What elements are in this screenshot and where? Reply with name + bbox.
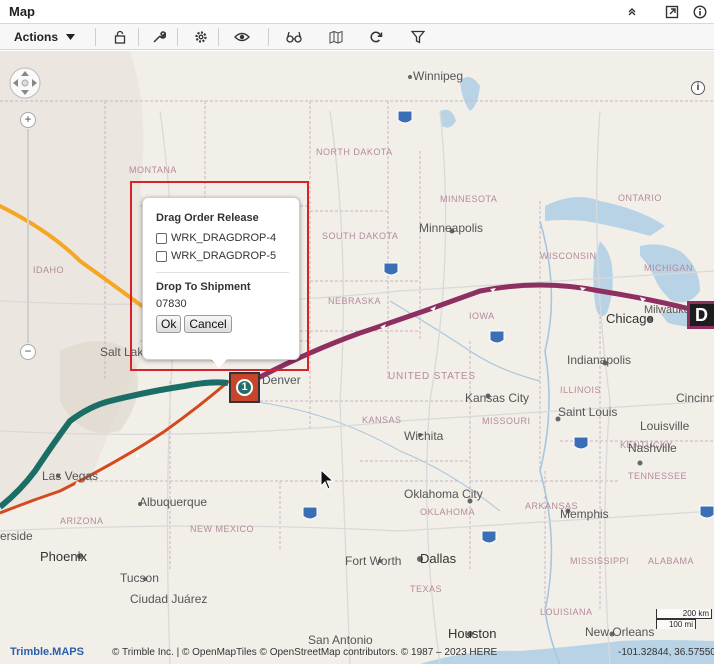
state-label: ARIZONA	[60, 516, 104, 526]
toolbar-divider	[95, 28, 96, 46]
collapse-icon[interactable]	[622, 2, 642, 22]
cursor-coordinates: -101.32844, 36.57550	[618, 647, 714, 658]
scale-bar: 200 km 100 mi	[656, 609, 712, 631]
toolbar-divider	[218, 28, 219, 46]
trimble-maps-logo[interactable]: Trimble.MAPS	[10, 646, 84, 658]
zoom-in-button[interactable]: +	[20, 112, 36, 128]
annotation-highlight-box	[130, 181, 309, 371]
city-label: Houston	[448, 626, 497, 641]
state-label: MONTANA	[129, 165, 177, 175]
mouse-cursor-icon	[320, 469, 335, 490]
city-label: Kansas City	[465, 391, 530, 405]
filter-icon[interactable]	[407, 27, 429, 47]
city-label: Indianapolis	[567, 353, 632, 367]
stop-marker-label: 1	[236, 379, 253, 396]
toolbar-divider	[177, 28, 178, 46]
help-icon[interactable]	[690, 2, 710, 22]
map-icon[interactable]	[325, 27, 347, 47]
city-label: Fort Worth	[345, 554, 402, 568]
state-label: TENNESSEE	[628, 471, 688, 481]
state-label: ONTARIO	[618, 193, 662, 203]
caret-down-icon	[66, 34, 76, 40]
city-label: Oklahoma City	[404, 487, 483, 501]
city-label: Ciudad Juárez	[130, 592, 208, 606]
state-label: NORTH DAKOTA	[316, 147, 393, 157]
scale-km: 200 km	[656, 609, 712, 619]
country-label: UNITED STATES	[388, 371, 476, 382]
map-toolbar: Actions	[0, 24, 714, 50]
lock-icon[interactable]	[109, 27, 131, 47]
state-label: MISSOURI	[482, 416, 531, 426]
city-label: New Orleans	[585, 625, 655, 639]
city-label: Denver	[262, 373, 301, 387]
state-label: IDAHO	[33, 265, 65, 275]
popout-icon[interactable]	[662, 2, 682, 22]
city-label: Tucson	[120, 571, 159, 585]
city-label: Dallas	[420, 551, 457, 566]
state-label: OKLAHOMA	[420, 507, 476, 517]
scale-mi: 100 mi	[656, 619, 696, 629]
city-label: San Antonio	[308, 633, 373, 647]
city-label: Wichita	[404, 429, 444, 443]
state-label: NEBRASKA	[328, 296, 382, 306]
state-label: LOUISIANA	[540, 607, 593, 617]
zoom-out-button[interactable]: −	[20, 344, 36, 360]
actions-label: Actions	[14, 30, 59, 44]
city-label: Las Vegas	[42, 469, 99, 483]
destination-marker[interactable]: D	[687, 301, 714, 329]
city-label: erside	[0, 529, 33, 543]
eye-icon[interactable]	[231, 27, 253, 47]
state-label: MICHIGAN	[644, 263, 693, 273]
city-label: Cincinnati	[676, 391, 714, 405]
gear-icon[interactable]	[190, 27, 212, 47]
city-label: Phoenix	[40, 549, 87, 564]
state-label: MINNESOTA	[440, 194, 498, 204]
city-label: Minneapolis	[419, 221, 484, 235]
binoculars-icon[interactable]	[283, 27, 305, 47]
window-titlebar: Map	[0, 0, 714, 24]
stop-marker[interactable]: 1	[229, 372, 260, 403]
state-label: NEW MEXICO	[190, 524, 255, 534]
info-icon[interactable]: i	[691, 81, 705, 95]
city-label: Albuquerque	[139, 495, 208, 509]
city-label: Winnipeg	[413, 69, 464, 83]
state-label: WISCONSIN	[540, 251, 597, 261]
actions-menu-button[interactable]: Actions	[8, 26, 81, 48]
map-canvas[interactable]: Winnipeg MONTANA NORTH DAKOTA SOUTH DAKO…	[0, 51, 714, 664]
map-attribution[interactable]: © Trimble Inc. | © OpenMapTiles © OpenSt…	[112, 647, 497, 658]
city-label: Louisville	[640, 419, 690, 433]
refresh-icon[interactable]	[365, 27, 387, 47]
city-label: Chicago	[606, 311, 654, 326]
state-label: ILLINOIS	[560, 385, 602, 395]
toolbar-divider	[138, 28, 139, 46]
city-label: Saint Louis	[558, 405, 618, 419]
state-label: SOUTH DAKOTA	[322, 231, 399, 241]
pan-control[interactable]	[8, 66, 42, 116]
zoom-slider-track[interactable]	[27, 129, 29, 343]
state-label: KANSAS	[362, 415, 402, 425]
state-label: TEXAS	[410, 584, 443, 594]
window-title: Map	[9, 4, 35, 19]
city-label: Memphis	[560, 507, 609, 521]
state-label: IOWA	[469, 311, 495, 321]
state-label: ALABAMA	[648, 556, 695, 566]
state-label: MISSISSIPPI	[570, 556, 630, 566]
wrench-icon[interactable]	[148, 27, 170, 47]
toolbar-divider	[268, 28, 269, 46]
city-label: Nashville	[628, 441, 677, 455]
